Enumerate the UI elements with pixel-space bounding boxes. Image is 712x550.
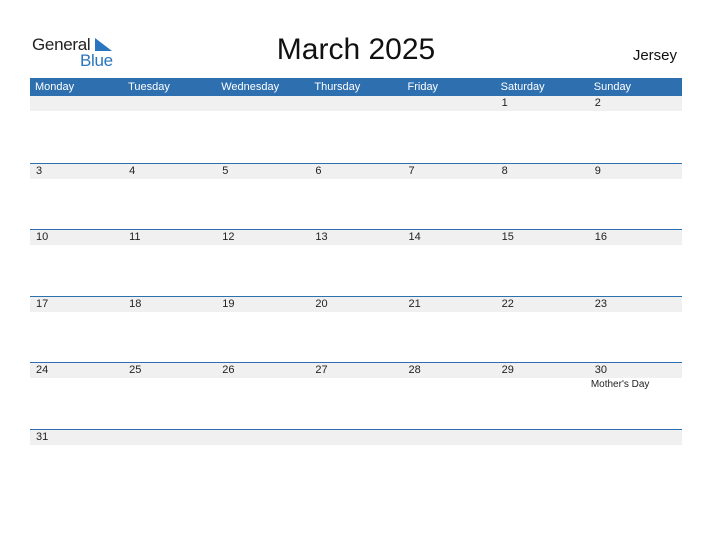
day-cell <box>309 430 402 445</box>
day-cell: 28 <box>403 363 496 378</box>
week-row: 24 25 26 27 28 29 30 Mother's Day <box>30 362 682 429</box>
day-number: 27 <box>315 364 328 377</box>
day-cell: 22 <box>496 297 589 312</box>
day-cell: 11 <box>123 230 216 245</box>
day-cell: 10 <box>30 230 123 245</box>
weekday-header: Monday Tuesday Wednesday Thursday Friday… <box>30 78 682 96</box>
day-number: 24 <box>36 364 49 377</box>
day-number: 11 <box>129 231 141 244</box>
day-number-strip: 3 4 5 6 7 8 9 <box>30 163 682 179</box>
weekday-saturday: Saturday <box>500 81 545 93</box>
day-cell: 21 <box>403 297 496 312</box>
day-cell <box>309 96 402 111</box>
day-number: 7 <box>408 164 415 177</box>
day-cell: 23 <box>589 297 682 312</box>
day-cell: 29 <box>496 363 589 378</box>
day-number: 18 <box>129 297 142 310</box>
day-cell <box>216 96 309 111</box>
day-cell: 1 <box>496 96 589 111</box>
week-row: 12 <box>30 96 682 163</box>
day-cell: 30 <box>589 363 682 378</box>
day-number: 10 <box>36 231 49 244</box>
day-number: 12 <box>222 231 235 244</box>
day-cell <box>403 96 496 111</box>
weekday-friday: Friday <box>407 81 439 93</box>
region-label: Jersey <box>632 47 677 64</box>
calendar-grid: 1 2 3 4 5 6 7 8 9 10 11 12 13 14 15 16 17 18 19 20 21 22 23 24 2… <box>30 96 682 496</box>
day-number: 28 <box>408 364 421 377</box>
day-cell: 9 <box>589 164 682 179</box>
day-number: 22 <box>501 297 514 310</box>
day-number: 2 <box>594 97 601 109</box>
week-row: 3 4 5 6 7 8 9 <box>30 162 682 230</box>
day-cell <box>123 430 216 445</box>
week-row: 10 11 12 13 14 15 16 <box>30 229 682 296</box>
day-number: 13 <box>315 231 328 244</box>
day-cell: 19 <box>216 297 309 312</box>
weekday-monday: Monday <box>35 81 75 93</box>
day-cell <box>123 96 216 111</box>
day-cell: 25 <box>123 363 216 378</box>
weekday-thursday: Thursday <box>314 81 361 93</box>
weekday-sunday: Sunday <box>593 81 632 93</box>
day-number: 29 <box>501 364 514 377</box>
week-row: 17 18 19 20 21 22 23 <box>30 295 682 363</box>
day-number: 16 <box>594 231 607 244</box>
day-number: 9 <box>594 164 601 177</box>
day-number: 14 <box>408 231 421 244</box>
day-cell: 4 <box>123 164 216 179</box>
day-number: 31 <box>36 430 49 443</box>
day-cell <box>403 430 496 445</box>
day-cell: 3 <box>30 164 123 179</box>
weekday-wednesday: Wednesday <box>221 81 280 93</box>
day-cell: 24 <box>30 363 123 378</box>
week-row: 31 <box>30 428 682 496</box>
day-number: 19 <box>222 297 235 310</box>
weekday-tuesday: Tuesday <box>128 81 170 93</box>
day-cell: 13 <box>309 230 402 245</box>
day-cell: 14 <box>403 230 496 245</box>
day-cell: 8 <box>496 164 589 179</box>
day-cell: 6 <box>309 164 402 179</box>
day-cell <box>30 96 123 111</box>
day-number-strip: 31 <box>30 429 682 445</box>
day-number: 25 <box>129 364 142 377</box>
day-cell <box>589 430 682 445</box>
day-number: 20 <box>315 297 328 310</box>
day-number: 23 <box>594 297 607 310</box>
calendar-title: March 2025 <box>276 33 436 66</box>
day-cell: 31 <box>30 430 123 445</box>
day-number: 5 <box>222 164 229 177</box>
day-cell: 12 <box>216 230 309 245</box>
day-cell: 5 <box>216 164 309 179</box>
day-cell: 27 <box>309 363 402 378</box>
day-number: 30 <box>594 364 607 377</box>
day-number: 15 <box>501 231 514 244</box>
day-cell: 15 <box>496 230 589 245</box>
day-cell: 2 <box>589 96 682 111</box>
day-number: 3 <box>36 164 43 177</box>
day-number: 8 <box>501 164 508 177</box>
day-number-strip: 12 <box>30 96 682 111</box>
day-cell: 26 <box>216 363 309 378</box>
holiday-label: Mother's Day <box>590 379 650 391</box>
day-cell: 18 <box>123 297 216 312</box>
day-cell <box>216 430 309 445</box>
day-number: 1 <box>501 97 508 109</box>
day-cell: 16 <box>589 230 682 245</box>
day-number: 6 <box>315 164 322 177</box>
day-cell: 20 <box>309 297 402 312</box>
day-number-strip: 24 25 26 27 28 29 30 <box>30 363 682 379</box>
day-cell: 7 <box>403 164 496 179</box>
day-cell <box>496 430 589 445</box>
day-number: 26 <box>222 364 235 377</box>
day-number: 17 <box>36 297 49 310</box>
day-number: 21 <box>408 297 421 310</box>
day-number: 4 <box>129 164 136 177</box>
day-number-strip: 17 18 19 20 21 22 23 <box>30 296 682 312</box>
day-cell: 17 <box>30 297 123 312</box>
day-number-strip: 10 11 12 13 14 15 16 <box>30 230 682 246</box>
